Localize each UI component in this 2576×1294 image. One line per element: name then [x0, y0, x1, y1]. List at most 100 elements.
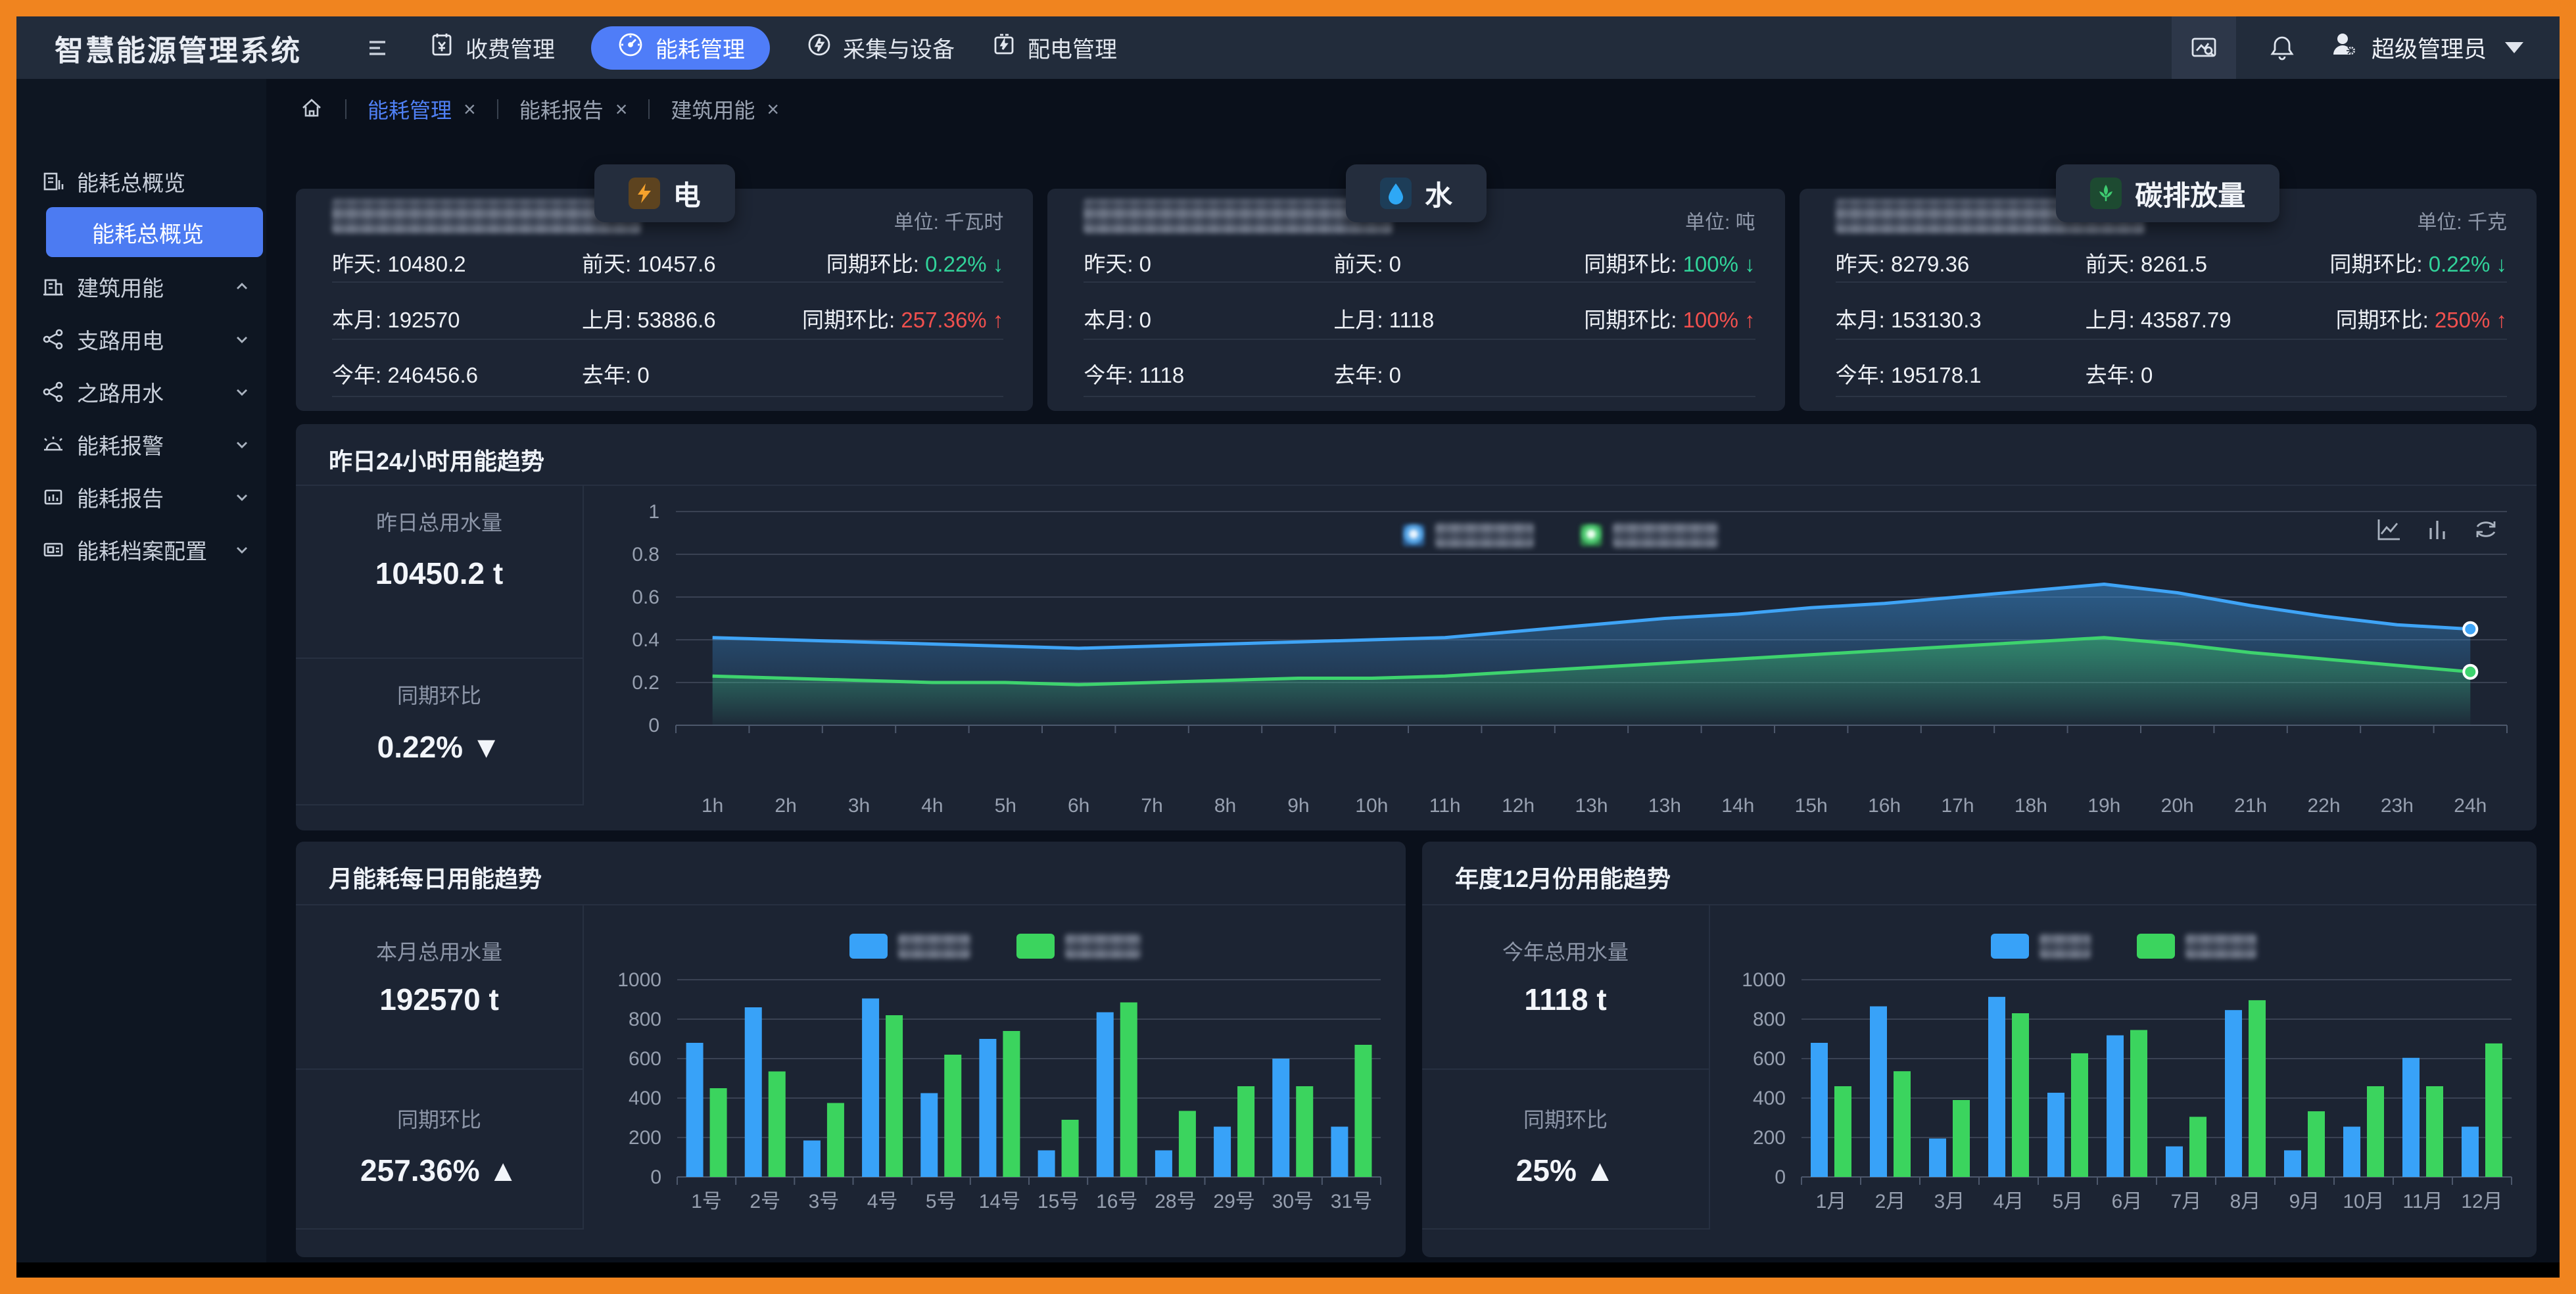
card-row: 昨天: 10480.2 前天: 10457.6 同期环比: 0.22% ↓ — [296, 243, 1033, 274]
panel-stats-column: 本月总用水量 192570 t 同期环比 257.36% ▲ — [296, 904, 584, 1230]
nav-item-billing[interactable]: 收费管理 — [429, 32, 555, 64]
chevron-down-icon — [232, 487, 252, 507]
electricity-badge: 电 — [594, 164, 735, 222]
user-menu[interactable]: 超级管理员 — [2329, 30, 2523, 66]
panel-stats-column: 今年总用水量 1118 t 同期环比 25% ▲ — [1422, 904, 1710, 1230]
nav-item-energy[interactable]: 能耗管理 — [591, 26, 770, 70]
svg-text:0: 0 — [650, 1166, 661, 1188]
divider — [332, 281, 1003, 283]
svg-text:14h: 14h — [1721, 795, 1754, 817]
divider — [296, 658, 584, 659]
chevron-down-icon — [232, 435, 252, 454]
svg-text:19h: 19h — [2087, 795, 2120, 817]
lightning-icon — [629, 178, 660, 209]
close-icon[interactable]: × — [767, 97, 779, 122]
svg-text:800: 800 — [629, 1009, 661, 1030]
svg-text:11h: 11h — [1429, 795, 1461, 817]
sidebar-item-branch-water[interactable]: 之路用水 — [16, 371, 266, 412]
line-chart-canvas: 00.20.40.60.811h2h3h4h5h6h7h8h9h10h11h12… — [584, 485, 2537, 830]
divider — [1836, 281, 2507, 283]
svg-text:1月: 1月 — [1816, 1191, 1847, 1212]
tab-separator — [497, 99, 498, 119]
svg-text:7h: 7h — [1141, 795, 1162, 817]
svg-text:600: 600 — [1753, 1048, 1786, 1070]
gauge-icon — [616, 30, 645, 65]
close-icon[interactable]: × — [464, 97, 476, 122]
svg-text:4号: 4号 — [867, 1191, 898, 1212]
chevron-down-icon — [232, 540, 252, 560]
svg-text:13h: 13h — [1575, 795, 1608, 817]
stat-label: 本月总用水量 — [296, 936, 583, 966]
user-avatar-icon — [2329, 30, 2360, 66]
arrow-down-icon: ↓ — [2496, 252, 2507, 276]
svg-text:2号: 2号 — [750, 1191, 780, 1212]
svg-text:28号: 28号 — [1155, 1191, 1196, 1212]
divider — [296, 1068, 584, 1070]
card-row: 今年: 1118 去年: 0 — [1047, 354, 1784, 385]
sidebar-item-energy-alarm[interactable]: 能耗报警 — [16, 424, 266, 465]
sidebar-item-overview-active[interactable]: 能耗总概览 — [46, 207, 263, 257]
svg-text:13h: 13h — [1648, 795, 1681, 817]
sidebar-item-energy-report[interactable]: 能耗报告 — [16, 477, 266, 517]
report-icon — [41, 485, 65, 509]
svg-text:9h: 9h — [1287, 795, 1309, 817]
divider — [1084, 339, 1755, 340]
card-row: 本月: 153130.3 上月: 43587.79 同期环比: 250% ↑ — [1800, 299, 2537, 330]
card-row: 本月: 0 上月: 1118 同期环比: 100% ↑ — [1047, 299, 1784, 330]
trend-value: 0.22% ↓ — [925, 252, 1003, 276]
divider — [1084, 281, 1755, 283]
triangle-up-icon: ▲ — [1585, 1153, 1615, 1187]
svg-text:11月: 11月 — [2402, 1191, 2443, 1212]
panel-monthly-trend: 月能耗每日用能趋势 本月总用水量 192570 t 同期环比 257.36% ▲ — [296, 842, 1406, 1257]
svg-text:9月: 9月 — [2289, 1191, 2320, 1212]
svg-text:4h: 4h — [921, 795, 943, 817]
svg-text:0.2: 0.2 — [632, 672, 659, 694]
home-tab-icon[interactable] — [299, 95, 324, 124]
alarm-icon — [41, 433, 65, 456]
building-icon — [41, 275, 65, 299]
tab-separator — [345, 99, 346, 119]
svg-text:8h: 8h — [1214, 795, 1236, 817]
nav-item-devices[interactable]: 采集与设备 — [806, 32, 955, 64]
svg-text:16h: 16h — [1868, 795, 1901, 817]
tab-building-energy[interactable]: 建筑用能 × — [671, 94, 779, 124]
water-badge: 水 — [1346, 164, 1487, 222]
svg-text:14号: 14号 — [979, 1191, 1020, 1212]
svg-text:1号: 1号 — [691, 1191, 722, 1212]
nav-item-power-dist[interactable]: 配电管理 — [991, 32, 1117, 64]
menu-collapse-icon[interactable] — [362, 33, 393, 63]
unit-label: 单位: 千瓦时 — [894, 206, 1004, 235]
sidebar-item-building-energy[interactable]: 建筑用能 — [16, 266, 266, 307]
svg-text:3月: 3月 — [1934, 1191, 1965, 1212]
stat-trend-value: 257.36% ▲ — [296, 1153, 583, 1188]
svg-text:23h: 23h — [2381, 795, 2414, 817]
close-icon[interactable]: × — [615, 97, 628, 122]
carbon-badge: 碳排放量 — [2056, 164, 2279, 222]
svg-text:10h: 10h — [1355, 795, 1388, 817]
tab-energy-mgmt[interactable]: 能耗管理 × — [368, 94, 476, 124]
unit-label: 单位: 吨 — [1685, 206, 1755, 235]
sidebar-item-archive-config[interactable]: 能耗档案配置 — [16, 529, 266, 570]
svg-text:6月: 6月 — [2112, 1191, 2143, 1212]
notifications-button[interactable] — [2262, 34, 2302, 62]
svg-text:800: 800 — [1753, 1009, 1786, 1030]
sidebar-item-branch-electricity[interactable]: 支路用电 — [16, 319, 266, 360]
svg-text:5月: 5月 — [2053, 1191, 2084, 1212]
divider — [1422, 1068, 1710, 1070]
svg-text:21h: 21h — [2234, 795, 2267, 817]
tab-bar: 能耗管理 × 能耗报告 × 建筑用能 × — [299, 79, 779, 139]
svg-text:400: 400 — [629, 1088, 661, 1109]
bar-chart-canvas: 020040060080010001月2月3月4月5月6月7月8月9月10月11… — [1710, 904, 2537, 1257]
svg-text:1: 1 — [648, 501, 659, 523]
nav-right-group: 超级管理员 — [2172, 16, 2560, 79]
share-branch-icon — [41, 380, 65, 404]
monitor-search-button[interactable] — [2172, 16, 2236, 79]
top-nav: 智慧能源管理系统 收费管理 能耗管理 — [16, 16, 2560, 79]
unit-label: 单位: 千克 — [2417, 206, 2507, 235]
svg-text:18h: 18h — [2015, 795, 2047, 817]
tab-energy-report[interactable]: 能耗报告 × — [519, 94, 628, 124]
card-water: 水 单位: 吨 昨天: 0 前天: 0 同期环比: 100% ↓ 本月: 0 上… — [1047, 164, 1784, 411]
tab-separator — [648, 99, 650, 119]
arrow-up-icon: ↑ — [993, 308, 1004, 332]
sidebar-item-overview-parent[interactable]: 能耗总概览 — [16, 161, 266, 202]
